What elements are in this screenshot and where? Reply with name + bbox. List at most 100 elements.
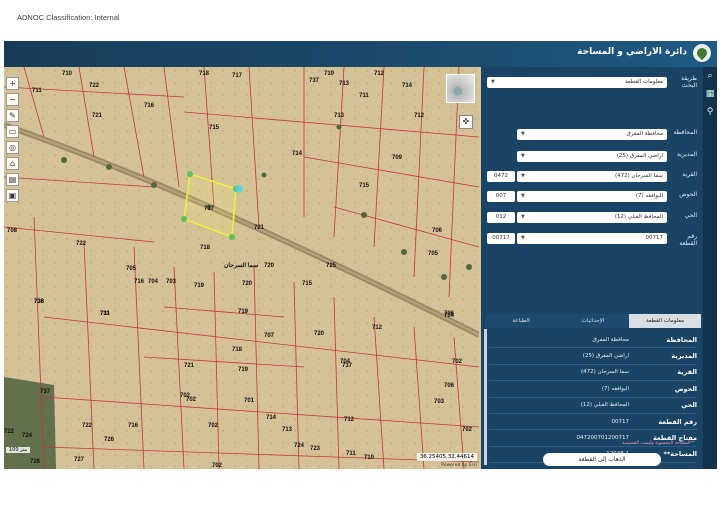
search-by-label: طريقة البحث bbox=[680, 75, 697, 89]
info-scrollbar[interactable] bbox=[484, 329, 487, 465]
chevron-down-icon: ▼ bbox=[521, 173, 525, 179]
info-value: 047200701200717 bbox=[576, 435, 630, 442]
map-canvas[interactable]: 710 722 711 721 716 718 717 715 737 713 712 714 710 7… bbox=[4, 67, 479, 469]
parcel-number: 705 bbox=[428, 251, 439, 257]
location-pin-icon[interactable]: ⚲ bbox=[703, 107, 717, 121]
field-select[interactable]: 00717 ▼ bbox=[517, 233, 667, 244]
overview-map[interactable] bbox=[446, 74, 475, 103]
parcel-number: 714 bbox=[402, 83, 413, 89]
parcel-number: 725 bbox=[326, 263, 337, 269]
info-row: محافظة المفرق المحافظة bbox=[489, 332, 697, 349]
parcel-number: 720 bbox=[314, 331, 325, 337]
map-view[interactable]: 710 722 711 721 716 718 717 715 737 713 712 714 710 7… bbox=[4, 67, 479, 469]
parcel-number: 712 bbox=[414, 113, 425, 119]
parcel-number: 710 bbox=[364, 455, 375, 461]
parcel-number: 709 bbox=[392, 155, 403, 161]
parcel-number: 713 bbox=[282, 427, 293, 433]
field-value: سما السرحان (472) bbox=[614, 173, 663, 179]
compass-icon[interactable]: ✜ bbox=[459, 115, 473, 129]
field-select[interactable]: محافظة المفرق ▼ bbox=[517, 129, 667, 140]
map-toolbar: + − ✎ ▭ ◎ ⌂ ▤ ▣ bbox=[6, 77, 20, 202]
tab-coordinates[interactable]: الإحداثيات bbox=[557, 314, 629, 328]
parcel-number: 731 bbox=[100, 311, 111, 317]
layers-icon[interactable]: ▤ bbox=[6, 173, 19, 186]
info-row: اراضي المفرق (25) المديرية bbox=[489, 348, 697, 365]
info-key: المحافظة bbox=[666, 335, 697, 344]
search-by-value: معلومات القطعة bbox=[625, 79, 663, 85]
parcel-number: 717 bbox=[232, 73, 243, 79]
parcel-number: 721 bbox=[92, 113, 103, 119]
search-panel: طريقة البحث معلومات القطعة ▼ المحافظة محا… bbox=[481, 67, 703, 469]
parcel-number: 712 bbox=[372, 325, 383, 331]
parcel-number: 703 bbox=[166, 279, 177, 285]
attribution: Powered by Esri bbox=[441, 463, 477, 468]
parcel-number: 706 bbox=[444, 383, 455, 389]
field-select[interactable]: المحافظ القبلي (12) ▼ bbox=[517, 212, 667, 223]
field-select[interactable]: البوافقه (7) ▼ bbox=[517, 191, 667, 202]
field-label: الحي bbox=[684, 212, 697, 219]
field-code-input[interactable]: 012 bbox=[487, 212, 515, 223]
parcel-number: 713 bbox=[339, 81, 350, 87]
dls-logo-icon bbox=[693, 44, 711, 62]
parcel-number: 728 bbox=[30, 459, 41, 465]
go-to-parcel-button[interactable]: الذهاب إلى القطعة bbox=[543, 453, 661, 466]
scale-bar: 100 متر bbox=[6, 447, 31, 453]
chevron-down-icon: ▼ bbox=[491, 79, 495, 85]
parcel-number: 706 bbox=[432, 228, 443, 234]
zoom-in-button[interactable]: + bbox=[6, 77, 19, 90]
field-code-input[interactable]: 00717 bbox=[487, 233, 515, 244]
parcel-number: 710 bbox=[324, 71, 335, 77]
zoom-out-button[interactable]: − bbox=[6, 93, 19, 106]
print-icon[interactable]: ▣ bbox=[6, 189, 19, 202]
field-code-input[interactable]: 0472 bbox=[487, 171, 515, 182]
info-row: 00717 رقم القطعة bbox=[489, 414, 697, 431]
home-icon[interactable]: ⌂ bbox=[6, 157, 19, 170]
parcel-number: 718 bbox=[200, 245, 211, 251]
chevron-down-icon: ▼ bbox=[521, 193, 525, 199]
tab-parcel-info[interactable]: معلومات القطعة bbox=[629, 314, 701, 328]
parcel-number: 713 bbox=[334, 113, 345, 119]
parcel-number: 708 bbox=[7, 228, 18, 234]
parcel-number: 711 bbox=[359, 93, 369, 99]
parcel-number: 711 bbox=[346, 451, 356, 457]
parcel-number: 706 bbox=[444, 311, 455, 317]
parcel-number: 715 bbox=[302, 281, 313, 287]
search-icon[interactable]: ⌕ bbox=[703, 71, 717, 85]
info-key: المديرية bbox=[671, 352, 697, 361]
parcel-number: 718 bbox=[232, 347, 243, 353]
field-label: الحوض bbox=[679, 191, 697, 198]
info-value: سما السرحان (472) bbox=[580, 369, 629, 376]
search-by-select[interactable]: معلومات القطعة ▼ bbox=[487, 77, 667, 88]
classification-label: ADNOC Classification: Internal bbox=[17, 13, 120, 22]
parcel-number: 720 bbox=[242, 281, 253, 287]
info-row: المحافظ القبلي (12) الحي bbox=[489, 398, 697, 414]
app-window: دائرة الاراضي و المساحة 710 722 711 721 … bbox=[4, 41, 717, 469]
measure-tool-icon[interactable]: ▭ bbox=[6, 125, 19, 138]
field-value: محافظة المفرق bbox=[626, 131, 663, 137]
parcel-number: 712 bbox=[344, 417, 355, 423]
info-tabs: الطباعة الإحداثيات معلومات القطعة bbox=[485, 314, 701, 328]
draw-tool-icon[interactable]: ✎ bbox=[6, 109, 19, 122]
map-layers-icon[interactable]: ▦ bbox=[703, 89, 717, 103]
field-label: المحافظة bbox=[673, 129, 697, 136]
parcel-number: 722 bbox=[76, 241, 87, 247]
locate-icon[interactable]: ◎ bbox=[6, 141, 19, 154]
parcel-number: 721 bbox=[254, 225, 265, 231]
field-select[interactable]: سما السرحان (472) ▼ bbox=[517, 171, 667, 182]
parcel-number: 714 bbox=[292, 151, 303, 157]
parcel-number: 718 bbox=[199, 71, 210, 77]
parcel-number: 722 bbox=[4, 429, 15, 435]
parcel-number: 716 bbox=[144, 103, 155, 109]
chevron-down-icon: ▼ bbox=[521, 214, 525, 220]
tab-print[interactable]: الطباعة bbox=[485, 314, 557, 328]
parcel-number: 722 bbox=[89, 83, 100, 89]
field-select[interactable]: اراضي المفرق (25) ▼ bbox=[517, 151, 667, 162]
parcel-number: 717 bbox=[204, 206, 215, 212]
parcel-number: 702 bbox=[208, 423, 219, 429]
info-key: الحي bbox=[681, 401, 697, 410]
parcel-number: 724 bbox=[22, 433, 33, 439]
field-code-input[interactable]: 007 bbox=[487, 191, 515, 202]
chevron-down-icon: ▼ bbox=[521, 131, 525, 137]
parcel-number: 702 bbox=[452, 359, 463, 365]
parcel-number: 711 bbox=[32, 88, 42, 94]
